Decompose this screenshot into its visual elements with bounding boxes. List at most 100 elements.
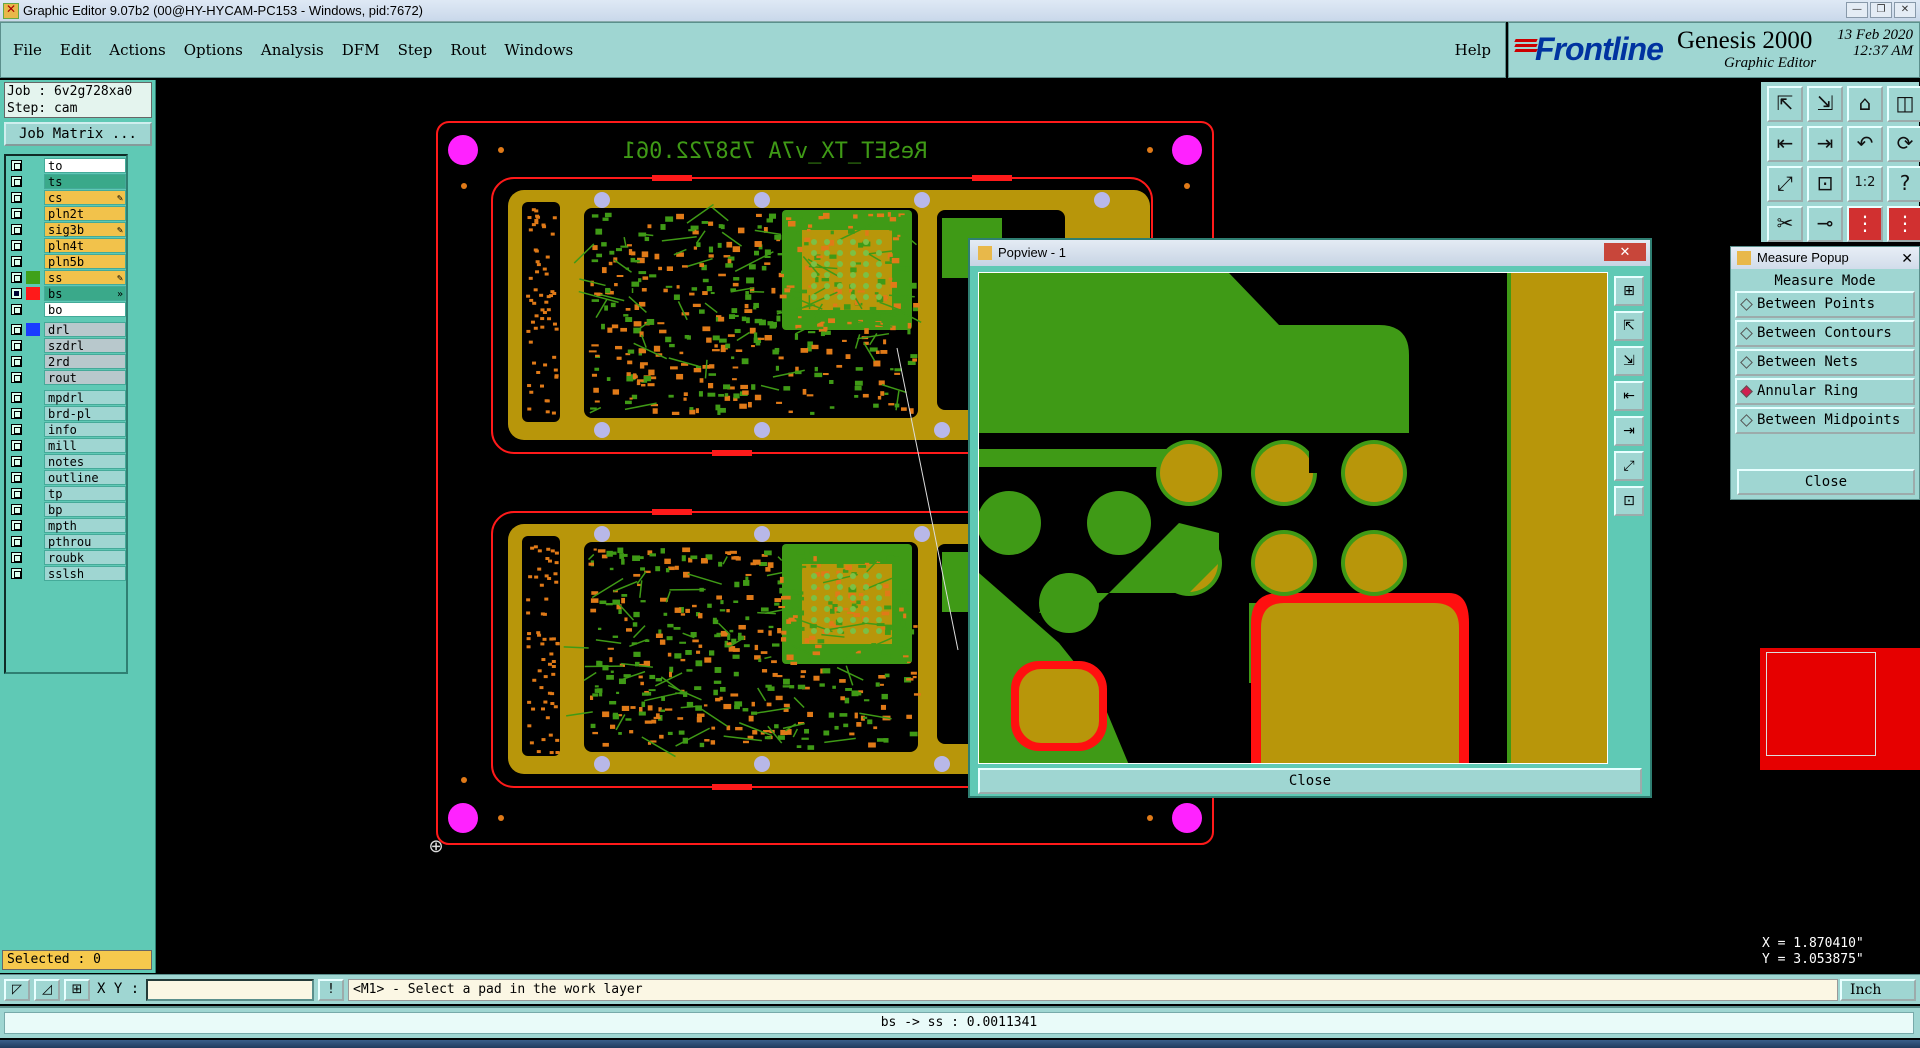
zoom-out-icon[interactable]: ⇲ xyxy=(1614,346,1644,376)
layer-row-sig3b[interactable]: sig3b ✎ xyxy=(8,222,126,237)
layer-name[interactable]: bs » xyxy=(44,286,126,301)
layer-visibility-checkbox[interactable] xyxy=(11,488,22,499)
layer-row-mpth[interactable]: mpth xyxy=(8,518,126,533)
layer-color-swatch[interactable] xyxy=(26,439,40,452)
layer-color-swatch[interactable] xyxy=(26,175,40,188)
minimize-icon[interactable]: — xyxy=(1846,2,1868,18)
close-icon[interactable]: ✕ xyxy=(1901,247,1913,269)
pan-left-icon[interactable]: ⇤ xyxy=(1767,126,1803,162)
layer-color-swatch[interactable] xyxy=(26,535,40,548)
measure-close-button[interactable]: Close xyxy=(1737,469,1915,495)
layer-name[interactable]: mpth xyxy=(44,518,126,533)
layer-name[interactable]: mill xyxy=(44,438,126,453)
close-icon[interactable]: ✕ xyxy=(1894,2,1916,18)
layer-row-pln4t[interactable]: pln4t xyxy=(8,238,126,253)
layer-row-szdrl[interactable]: szdrl xyxy=(8,338,126,353)
layer-name[interactable]: 2rd xyxy=(44,354,126,369)
layer-name[interactable]: cs ✎ xyxy=(44,190,126,205)
layer-name[interactable]: sig3b ✎ xyxy=(44,222,126,237)
popview-close-button[interactable]: Close xyxy=(978,768,1642,794)
layer-visibility-checkbox[interactable] xyxy=(11,324,22,335)
measure-option-between-midpoints[interactable]: Between Midpoints xyxy=(1735,407,1915,434)
info-icon[interactable]: ! xyxy=(318,979,344,1001)
snap-icon[interactable]: ⊸ xyxy=(1807,206,1843,242)
redraw-icon[interactable]: ⟳ xyxy=(1887,126,1920,162)
layer-row-outline[interactable]: outline xyxy=(8,470,126,485)
select-tool-icon[interactable]: ◸ xyxy=(4,979,30,1001)
menu-step[interactable]: Step xyxy=(398,41,433,59)
layer-color-swatch[interactable] xyxy=(26,323,40,336)
layers-b-icon[interactable]: ⋮ xyxy=(1887,206,1920,242)
layer-name[interactable]: pln2t xyxy=(44,206,126,221)
home-out-icon[interactable]: ⇲ xyxy=(1807,86,1843,122)
menu-file[interactable]: File xyxy=(13,41,42,59)
layer-name[interactable]: bo xyxy=(44,302,126,317)
layer-color-swatch[interactable] xyxy=(26,551,40,564)
layer-row-rout[interactable]: rout xyxy=(8,370,126,385)
layer-name[interactable]: rout xyxy=(44,370,126,385)
grid-tool-icon[interactable]: ⊞ xyxy=(64,979,90,1001)
layer-color-swatch[interactable] xyxy=(26,371,40,384)
layer-name[interactable]: pln4t xyxy=(44,238,126,253)
layer-visibility-checkbox[interactable] xyxy=(11,456,22,467)
layer-name[interactable]: pln5b xyxy=(44,254,126,269)
split-view-icon[interactable]: ◫ xyxy=(1887,86,1920,122)
layer-name[interactable]: sslsh xyxy=(44,566,126,581)
zoom-box-icon[interactable]: ⊞ xyxy=(1614,276,1644,306)
fit-icon[interactable]: ⤢ xyxy=(1767,166,1803,202)
layer-visibility-checkbox[interactable] xyxy=(11,356,22,367)
layer-color-swatch[interactable] xyxy=(26,355,40,368)
layer-row-bo[interactable]: bo xyxy=(8,302,126,317)
layer-visibility-checkbox[interactable] xyxy=(11,568,22,579)
layer-name[interactable]: ts xyxy=(44,174,126,189)
layer-visibility-checkbox[interactable] xyxy=(11,392,22,403)
layer-visibility-checkbox[interactable] xyxy=(11,520,22,531)
measure-option-between-points[interactable]: Between Points xyxy=(1735,291,1915,318)
undo-view-icon[interactable]: ↶ xyxy=(1847,126,1883,162)
layer-row-bs[interactable]: bs » xyxy=(8,286,126,301)
layer-color-swatch[interactable] xyxy=(26,271,40,284)
measure-option-annular-ring[interactable]: Annular Ring xyxy=(1735,378,1915,405)
layer-color-swatch[interactable] xyxy=(26,207,40,220)
layer-row-2rd[interactable]: 2rd xyxy=(8,354,126,369)
popview-canvas[interactable] xyxy=(978,272,1608,764)
layer-visibility-checkbox[interactable] xyxy=(11,288,22,299)
home-in-icon[interactable]: ⇱ xyxy=(1767,86,1803,122)
layer-name[interactable]: drl xyxy=(44,322,126,337)
pan-right-icon[interactable]: ⇥ xyxy=(1807,126,1843,162)
pan-left-icon[interactable]: ⇤ xyxy=(1614,381,1644,411)
layer-name[interactable]: szdrl xyxy=(44,338,126,353)
layer-visibility-checkbox[interactable] xyxy=(11,536,22,547)
layers-a-icon[interactable]: ⋮ xyxy=(1847,206,1883,242)
layer-row-mpdrl[interactable]: mpdrl xyxy=(8,390,126,405)
measure-option-between-contours[interactable]: Between Contours xyxy=(1735,320,1915,347)
measure-icon[interactable]: ✂ xyxy=(1767,206,1803,242)
layer-row-brd-pl[interactable]: brd-pl xyxy=(8,406,126,421)
layer-row-tp[interactable]: tp xyxy=(8,486,126,501)
layer-visibility-checkbox[interactable] xyxy=(11,208,22,219)
layer-row-roubk[interactable]: roubk xyxy=(8,550,126,565)
layer-row-cs[interactable]: cs ✎ xyxy=(8,190,126,205)
menu-windows[interactable]: Windows xyxy=(504,41,573,59)
center-icon[interactable]: ⊡ xyxy=(1614,486,1644,516)
layer-color-swatch[interactable] xyxy=(26,391,40,404)
layer-row-ts[interactable]: ts xyxy=(8,174,126,189)
layer-name[interactable]: info xyxy=(44,422,126,437)
layer-visibility-checkbox[interactable] xyxy=(11,256,22,267)
layer-row-pln5b[interactable]: pln5b xyxy=(8,254,126,269)
zoom-fit-icon[interactable]: ⊡ xyxy=(1807,166,1843,202)
layer-visibility-checkbox[interactable] xyxy=(11,504,22,515)
layer-visibility-checkbox[interactable] xyxy=(11,160,22,171)
layer-visibility-checkbox[interactable] xyxy=(11,224,22,235)
layer-visibility-checkbox[interactable] xyxy=(11,304,22,315)
layer-color-swatch[interactable] xyxy=(26,503,40,516)
layer-name[interactable]: tp xyxy=(44,486,126,501)
layer-visibility-checkbox[interactable] xyxy=(11,240,22,251)
layer-row-bp[interactable]: bp xyxy=(8,502,126,517)
layer-color-swatch[interactable] xyxy=(26,287,40,300)
draw-tool-icon[interactable]: ◿ xyxy=(34,979,60,1001)
layer-color-swatch[interactable] xyxy=(26,303,40,316)
layer-visibility-checkbox[interactable] xyxy=(11,340,22,351)
layer-color-swatch[interactable] xyxy=(26,339,40,352)
layer-visibility-checkbox[interactable] xyxy=(11,424,22,435)
